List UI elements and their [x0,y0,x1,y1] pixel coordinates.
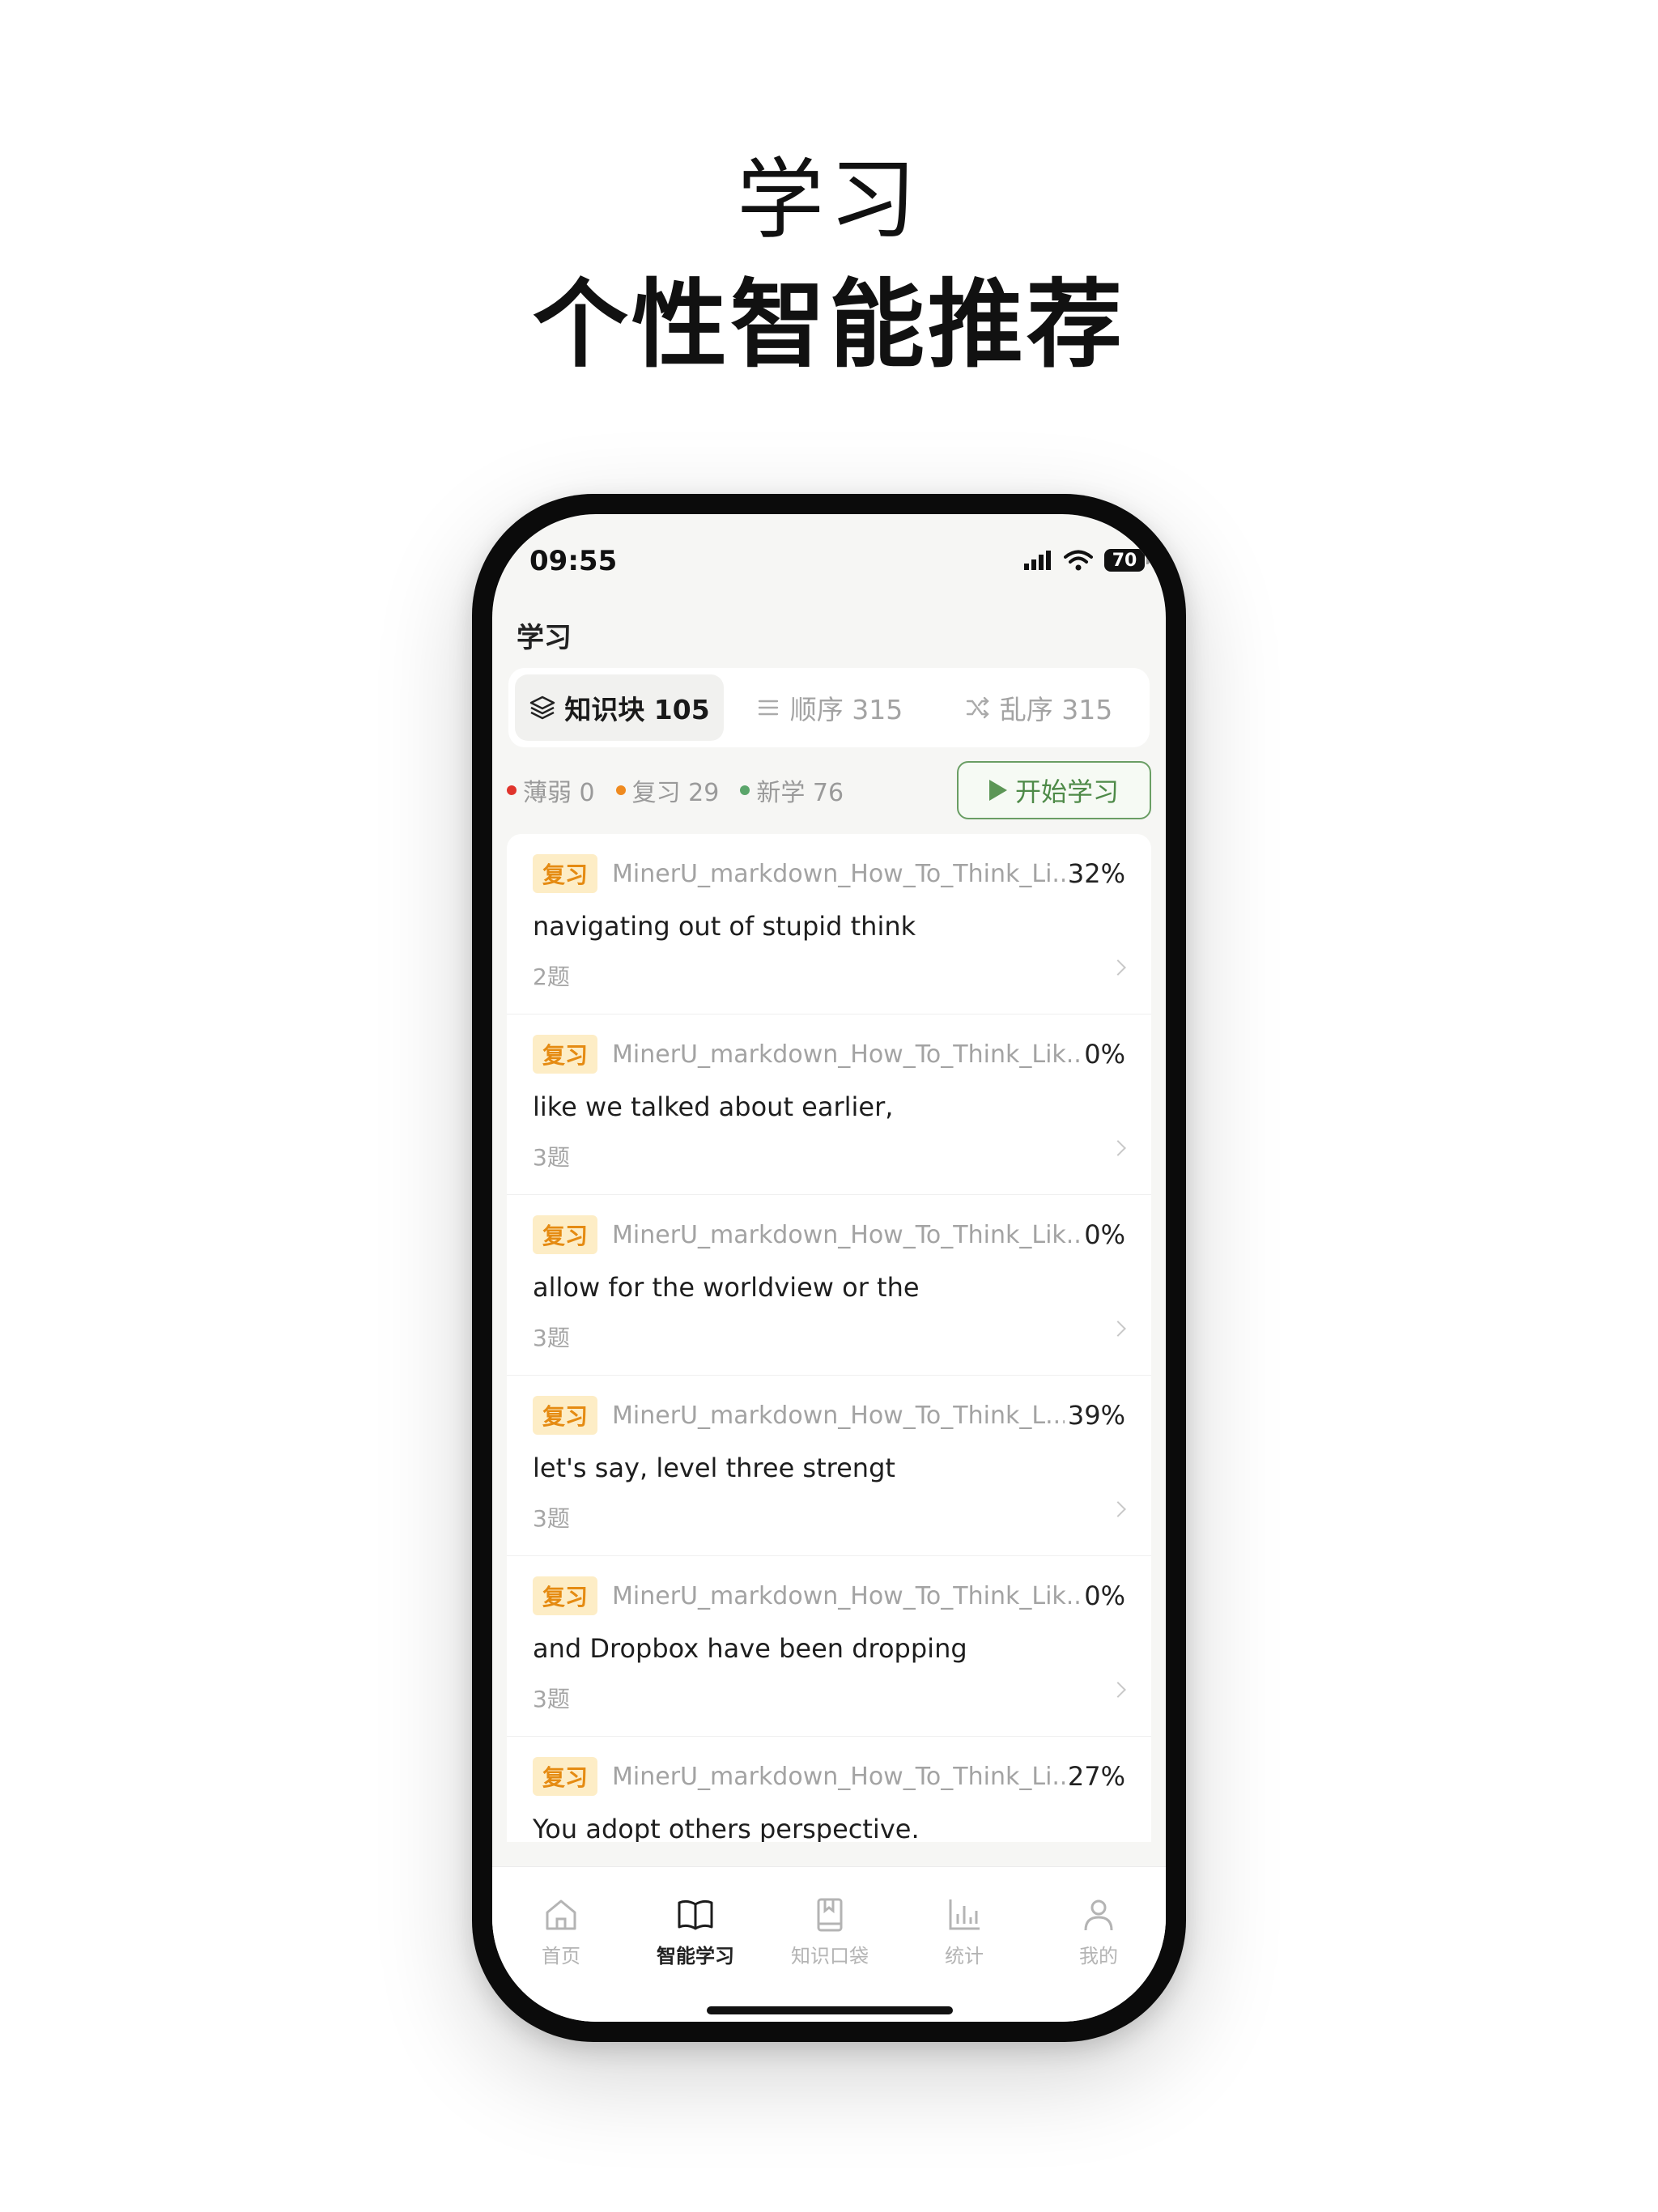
segment-label: 顺序 315 [789,694,903,725]
review-tag: 复习 [533,1576,598,1615]
filter-review[interactable]: 复习 29 [615,772,720,808]
bookmark-book-icon [817,1898,843,1932]
knowledge-card[interactable]: 复习 MinerU_markdown_How_To_Think_Lik... 0… [507,1015,1151,1195]
stack-icon [530,696,555,720]
chevron-right-icon [1110,1140,1126,1156]
knowledge-card[interactable]: 复习 MinerU_markdown_How_To_Think_Lik... 0… [507,1195,1151,1376]
headline-subtitle: 个性智能推荐 [532,269,1125,381]
tab-knowledge-pocket[interactable]: 知识口袋 [761,1895,899,1968]
card-percent: 32% [1067,858,1125,889]
chevron-right-icon [1110,1501,1126,1517]
card-percent: 0% [1084,1039,1125,1070]
tab-label: 知识口袋 [791,1945,869,1967]
card-question-count: 3题 [533,1686,570,1712]
tab-smart-learning[interactable]: 智能学习 [627,1895,764,1968]
orange-dot-icon [615,785,626,795]
home-indicator[interactable] [707,2006,953,2014]
status-icons: 70 [1023,547,1150,574]
chevron-right-icon [1110,959,1126,976]
card-question-count: 3题 [533,1505,570,1532]
play-icon [988,780,1007,801]
filter-new[interactable]: 新学 76 [740,772,844,808]
filter-row: 薄弱 0 复习 29 新学 76 开始学习 [507,761,1151,819]
card-text: allow for the worldview or the [533,1272,920,1303]
segment-label: 知识块 105 [564,694,710,725]
card-header: 复习 MinerU_markdown_How_To_Think_L... 39% [533,1396,1125,1435]
phone-screen: 09:55 70 学习 知识块 105 顺序 315 乱序 315 薄弱 0 复… [492,514,1166,2022]
status-time: 09:55 [529,545,618,577]
tab-label: 首页 [542,1945,580,1967]
knowledge-card[interactable]: 复习 MinerU_markdown_How_To_Think_Li... 32… [507,834,1151,1015]
card-header: 复习 MinerU_markdown_How_To_Think_Lik... 0… [533,1215,1125,1254]
card-text: You adopt others perspective. [533,1814,920,1842]
tab-label: 智能学习 [657,1945,734,1967]
card-source: MinerU_markdown_How_To_Think_Lik... [612,1040,1082,1069]
mode-segmented-control: 知识块 105 顺序 315 乱序 315 [508,668,1150,747]
filter-label: 复习 29 [631,779,720,807]
bottom-tab-bar: 首页 智能学习 知识口袋 统计 我的 [492,1866,1166,2022]
review-tag: 复习 [533,1396,598,1435]
filter-weak[interactable]: 薄弱 0 [507,772,595,808]
knowledge-card[interactable]: 复习 MinerU_markdown_How_To_Think_Li... 27… [507,1737,1151,1842]
green-dot-icon [740,785,750,795]
home-icon [546,1899,576,1930]
segment-label: 乱序 315 [999,694,1113,725]
chevron-right-icon [1110,1321,1126,1337]
red-dot-icon [507,785,517,795]
tab-home[interactable]: 首页 [492,1895,630,1968]
segment-sequential[interactable]: 顺序 315 [724,674,933,741]
knowledge-card[interactable]: 复习 MinerU_markdown_How_To_Think_Lik... 0… [507,1556,1151,1737]
card-question-count: 3题 [533,1325,570,1351]
card-header: 复习 MinerU_markdown_How_To_Think_Li... 32… [533,854,1125,893]
card-header: 复习 MinerU_markdown_How_To_Think_Li... 27… [533,1757,1125,1796]
card-header: 复习 MinerU_markdown_How_To_Think_Lik... 0… [533,1035,1125,1074]
card-percent: 39% [1067,1400,1125,1431]
chevron-right-icon [1110,1682,1126,1698]
start-learning-button[interactable]: 开始学习 [957,761,1151,819]
shuffle-icon [966,696,989,719]
filter-label: 新学 76 [756,779,844,807]
card-text: navigating out of stupid think [533,911,916,942]
card-source: MinerU_markdown_How_To_Think_Li... [612,1762,1065,1791]
battery-icon: 70 [1104,549,1150,572]
card-percent: 27% [1067,1761,1125,1792]
review-tag: 复习 [533,1757,598,1796]
tab-label: 我的 [1079,1945,1118,1967]
status-bar: 09:55 70 [492,514,1166,595]
page-title: 学习 [517,622,572,654]
review-tag: 复习 [533,1215,598,1254]
wifi-icon [1064,550,1093,571]
list-icon [758,700,778,716]
user-icon [1084,1899,1113,1931]
phone-frame: 09:55 70 学习 知识块 105 顺序 315 乱序 315 薄弱 0 复… [472,494,1186,2042]
card-header: 复习 MinerU_markdown_How_To_Think_Lik... 0… [533,1576,1125,1615]
headline-title: 学习 [736,150,921,251]
book-open-icon [678,1899,713,1930]
card-percent: 0% [1084,1219,1125,1250]
tab-statistics[interactable]: 统计 [895,1895,1033,1968]
filter-label: 薄弱 0 [523,779,595,807]
card-question-count: 3题 [533,1144,570,1171]
knowledge-card[interactable]: 复习 MinerU_markdown_How_To_Think_L... 39%… [507,1376,1151,1556]
card-text: like we talked about earlier, [533,1091,894,1122]
card-question-count: 2题 [533,963,570,990]
card-source: MinerU_markdown_How_To_Think_Li... [612,859,1065,888]
segment-knowledge-blocks[interactable]: 知识块 105 [515,674,724,741]
card-text: let's say, level three strengt [533,1453,895,1483]
card-source: MinerU_markdown_How_To_Think_Lik... [612,1220,1082,1249]
card-text: and Dropbox have been dropping [533,1633,967,1664]
cellular-signal-icon [1024,551,1051,570]
review-tag: 复习 [533,854,598,893]
tab-label: 统计 [945,1945,984,1967]
segment-shuffle[interactable]: 乱序 315 [933,674,1143,741]
bar-chart-icon [949,1899,980,1930]
card-percent: 0% [1084,1580,1125,1611]
tab-profile[interactable]: 我的 [1030,1895,1166,1968]
card-source: MinerU_markdown_How_To_Think_L... [612,1401,1065,1430]
card-source: MinerU_markdown_How_To_Think_Lik... [612,1581,1082,1610]
review-tag: 复习 [533,1035,598,1074]
knowledge-card-list: 复习 MinerU_markdown_How_To_Think_Li... 32… [507,834,1151,1842]
start-learning-label: 开始学习 [1014,776,1119,807]
